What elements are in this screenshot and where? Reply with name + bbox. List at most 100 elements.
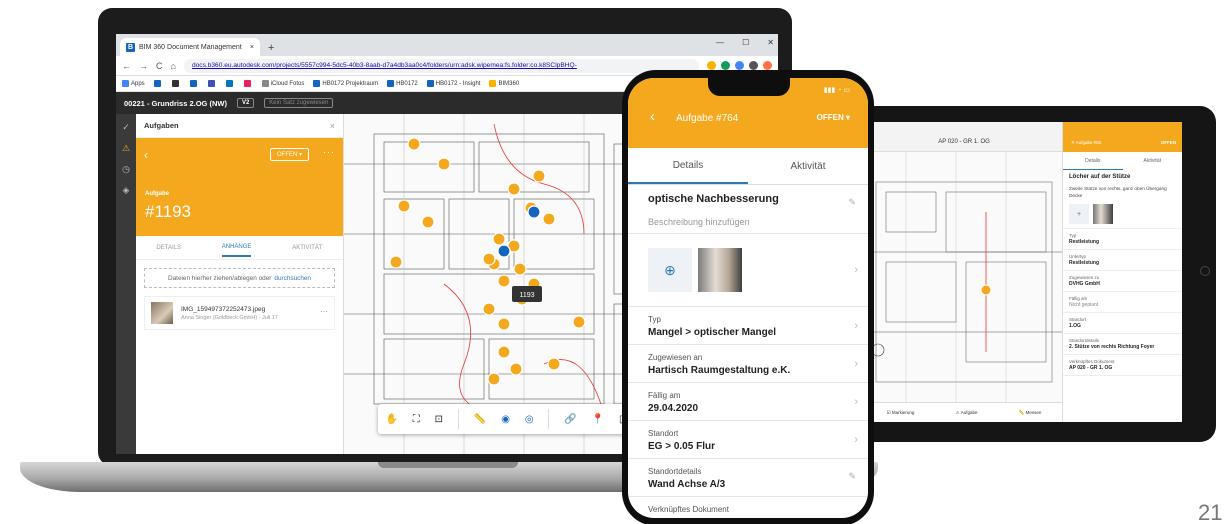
field-row[interactable]: Typ Restleistung	[1063, 229, 1182, 251]
bookmark-item[interactable]: HB0172	[387, 79, 418, 87]
status-dropdown[interactable]: OFFEN ▾	[270, 148, 310, 161]
bookmark-item[interactable]: BIM360	[489, 79, 519, 87]
tab-details[interactable]: Details	[1063, 152, 1123, 170]
minimize-icon[interactable]: —	[716, 38, 724, 47]
field-row[interactable]: Fällig am 29.04.2020 ›	[628, 383, 868, 421]
star-icon[interactable]	[707, 61, 716, 70]
maximize-icon[interactable]: ☐	[742, 38, 749, 47]
forward-icon[interactable]: →	[139, 61, 148, 71]
field-row[interactable]: Standortdetails 2. Stütze von rechts Rich…	[1063, 334, 1182, 356]
history-icon[interactable]: ◷	[122, 164, 130, 175]
extension-icons	[707, 61, 772, 70]
field-row[interactable]: Typ Mangel > optischer Mangel ›	[628, 307, 868, 345]
add-photo-icon[interactable]: ⊕	[648, 248, 692, 292]
tablet-floor-plan[interactable]	[866, 152, 1062, 402]
field-row[interactable]: Standort 1.OG	[1063, 313, 1182, 335]
field-row[interactable]: Zugewiesen zu DVHG GmbH	[1063, 271, 1182, 293]
tab-activity[interactable]: Aktivität	[748, 148, 868, 184]
measure-icon[interactable]: 📏	[474, 414, 486, 425]
tablet-status[interactable]: OFFEN	[1161, 140, 1176, 145]
field-row[interactable]: Standort EG > 0.05 Flur ›	[628, 421, 868, 459]
close-window-icon[interactable]: ✕	[767, 38, 774, 47]
extension-icon[interactable]	[749, 61, 758, 70]
url-field[interactable]: docs.b360.eu.autodesk.com/projects/5557c…	[183, 58, 699, 73]
home-icon[interactable]: ⌂	[171, 61, 176, 71]
profile-avatar[interactable]	[763, 61, 772, 70]
link-icon[interactable]: 🔗	[564, 414, 576, 425]
bookmark-icon[interactable]	[189, 80, 197, 87]
toolbar-separator	[457, 409, 459, 429]
measure-tool[interactable]: 📏 Messen	[1019, 410, 1042, 416]
issues-icon[interactable]: ⚠	[122, 143, 130, 154]
field-row[interactable]: Fällig am Nicht geplant	[1063, 292, 1182, 314]
left-rail: ✓ ⚠ ◷ ◈	[116, 114, 136, 454]
bookmark-item[interactable]: HB0172 - Insight	[426, 79, 480, 87]
file-drop-zone[interactable]: Dateien hierher ziehen/ablegen oder durc…	[144, 268, 335, 288]
phone-status-dropdown[interactable]: OFFEN ▾	[817, 113, 850, 122]
tab-title: BIM 360 Document Management	[139, 43, 242, 51]
phone-issue-name[interactable]: optische Nachbesserung	[648, 193, 844, 205]
more-icon[interactable]: ···	[323, 147, 335, 157]
location-pin-icon[interactable]: 📍	[592, 414, 604, 425]
tab-details[interactable]: DETAILS	[156, 245, 181, 251]
issue-tool[interactable]: ⚠ Aufgabe	[956, 410, 978, 416]
markup-icon[interactable]: ◎	[525, 414, 534, 425]
photo-thumbnail[interactable]	[1093, 204, 1113, 225]
layers-icon[interactable]: ◈	[123, 185, 130, 196]
field-row[interactable]: Verknüpftes Dokument	[628, 497, 868, 518]
photo-thumbnail[interactable]	[698, 248, 742, 292]
attachment-item[interactable]: IMG_159497372252473.jpeg Anna Singer (Go…	[144, 296, 335, 330]
bookmark-item[interactable]: Apps	[122, 79, 145, 87]
tab-close-icon[interactable]: ×	[250, 44, 254, 51]
field-row[interactable]: Standortdetails Wand Achse A/3 ✎	[628, 459, 868, 497]
bookmark-item[interactable]: iCloud Fotos	[261, 79, 304, 87]
markup-tool[interactable]: ☑ Markierung	[887, 410, 915, 416]
field-row[interactable]: Zugewiesen an Hartisch Raumgestaltung e.…	[628, 345, 868, 383]
bookmark-icon[interactable]	[153, 80, 161, 87]
back-chevron-icon[interactable]: ‹	[650, 108, 655, 125]
tab-details[interactable]: Details	[628, 148, 748, 184]
browse-link[interactable]: durchsuchen	[274, 275, 311, 282]
bim360-logo-icon: B	[126, 42, 135, 52]
pan-icon[interactable]: ✋	[385, 414, 397, 425]
edit-pencil-icon[interactable]: ✎	[848, 471, 856, 482]
tab-attachments[interactable]: ANHÄNGE	[221, 239, 252, 257]
home-button[interactable]	[1200, 266, 1210, 276]
chevron-right-icon: ›	[854, 433, 858, 446]
back-icon[interactable]: ←	[122, 61, 131, 71]
bookmark-icon[interactable]	[171, 80, 179, 87]
extension-icon[interactable]	[735, 61, 744, 70]
edit-pencil-icon[interactable]: ✎	[848, 197, 856, 208]
add-photo-icon[interactable]: +	[1069, 204, 1089, 225]
description-placeholder[interactable]: Beschreibung hinzufügen	[648, 217, 844, 227]
field-row[interactable]: Verknüpftes Dokument AP 020 - GR 1. OG	[1063, 355, 1182, 377]
new-tab-button[interactable]: +	[268, 42, 274, 54]
panel-header: Aufgaben ×	[136, 114, 343, 138]
document-title: 00221 - Grundriss 2.OG (NW)	[124, 98, 227, 108]
back-chevron-icon[interactable]: ‹	[144, 148, 148, 162]
reload-icon[interactable]: C	[156, 61, 163, 71]
zoom-area-icon[interactable]: ⊡	[435, 414, 443, 425]
field-row[interactable]: Untertyp Restleistung	[1063, 250, 1182, 272]
bookmark-item[interactable]: HB0172 Projektraum	[313, 79, 378, 87]
version-badge[interactable]: V2	[236, 98, 255, 108]
chevron-right-icon[interactable]: ›	[854, 264, 858, 276]
extension-icon[interactable]	[721, 61, 730, 70]
bookmark-icon[interactable]	[243, 80, 251, 87]
eye-icon[interactable]: ◉	[501, 414, 510, 425]
bookmark-icon[interactable]	[207, 80, 215, 87]
more-icon[interactable]: ···	[320, 307, 328, 316]
issues-panel: Aufgaben × ‹ OFFEN ▾ ··· Aufgabe #1193 D…	[136, 114, 344, 454]
fit-icon[interactable]: ⛶	[413, 414, 420, 425]
close-icon[interactable]: ×	[330, 121, 335, 131]
browser-tab[interactable]: B BIM 360 Document Management ×	[120, 38, 260, 56]
tab-activity[interactable]: Aktivität	[1123, 152, 1183, 170]
chevron-right-icon: ›	[854, 357, 858, 370]
phone-details: optische Nachbesserung ✎ Beschreibung hi…	[628, 184, 868, 518]
tab-activity[interactable]: AKTIVITÄT	[292, 245, 322, 251]
tablet-issue-title[interactable]: ✕ Aufgabe #82	[1071, 140, 1101, 146]
set-badge[interactable]: Kein Satz zugewiesen	[264, 98, 334, 108]
linkedin-icon[interactable]	[225, 80, 233, 87]
issue-label: Aufgabe	[145, 191, 169, 197]
checklist-icon[interactable]: ✓	[122, 122, 130, 133]
